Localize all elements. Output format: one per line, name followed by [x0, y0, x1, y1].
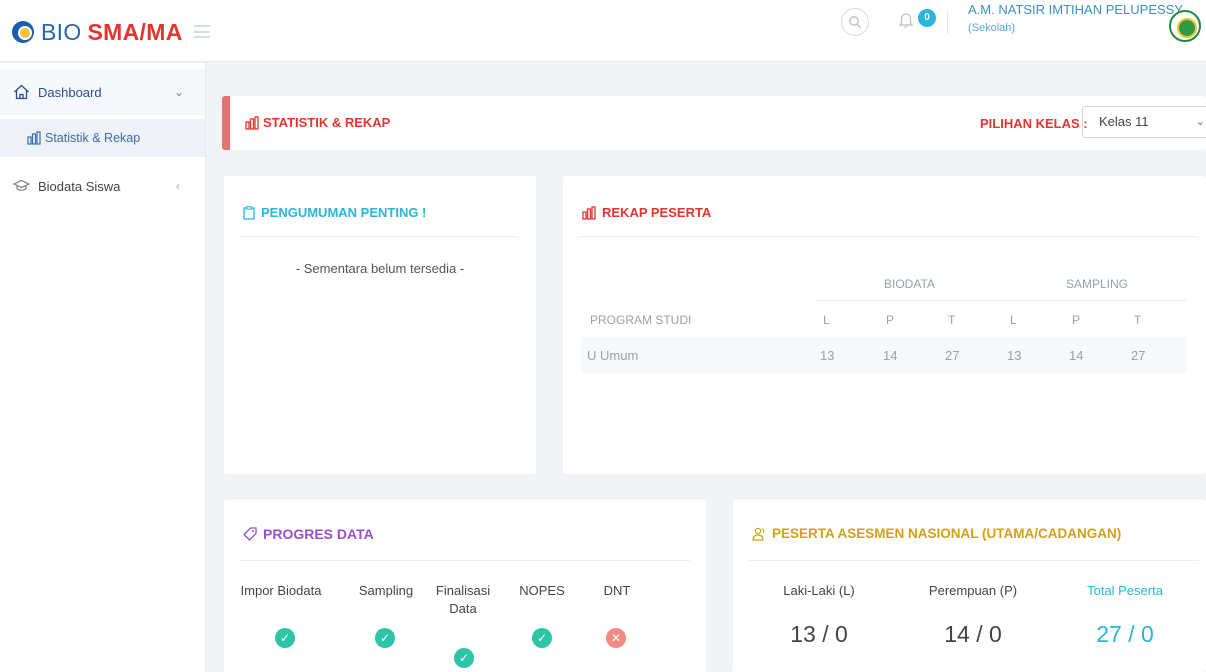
- page-title-text: STATISTIK & REKAP: [263, 115, 391, 130]
- bell-icon[interactable]: [898, 12, 914, 30]
- pengumuman-text: - Sementara belum tersedia -: [295, 261, 465, 276]
- chevron-down-icon: ⌄: [174, 85, 185, 99]
- clipboard-icon: [243, 205, 255, 220]
- search-button[interactable]: [841, 8, 869, 36]
- table-header-sampling-l: L: [1010, 313, 1017, 327]
- check-icon: ✓: [375, 628, 395, 648]
- table-group-biodata: BIODATA: [884, 277, 935, 291]
- sidebar-item-label: Statistik & Rekap: [45, 131, 141, 145]
- perempuan-label: Perempuan (P): [928, 583, 1018, 598]
- tag-icon: [243, 527, 257, 541]
- page-title: STATISTIK & REKAP: [245, 115, 390, 130]
- kelas-select[interactable]: Kelas 11 ⌄: [1082, 106, 1206, 138]
- asesmen-title-text: PESERTA ASESMEN NASIONAL (UTAMA/CADANGAN…: [772, 526, 1122, 541]
- logo-text-bio: BIO: [41, 18, 82, 45]
- rekap-peserta-card: REKAP PESERTA BIODATA SAMPLING PROGRAM S…: [563, 176, 1206, 474]
- chevron-down-icon: ⌄: [1195, 116, 1205, 128]
- table-header-program-studi: PROGRAM STUDI: [590, 313, 692, 327]
- table-group-sampling: SAMPLING: [1066, 277, 1129, 291]
- progres-label-impor-biodata: Impor Biodata: [240, 583, 322, 598]
- progres-title-text: PROGRES DATA: [263, 526, 374, 542]
- perempuan-value: 14 / 0: [944, 621, 1002, 647]
- sidebar-item-dashboard[interactable]: Dashboard ⌄: [0, 69, 205, 115]
- table-cell: 14: [883, 348, 898, 363]
- sidebar-item-label: Biodata Siswa: [38, 178, 121, 194]
- table-header-biodata-p: P: [886, 313, 895, 327]
- table-header-sampling-p: P: [1072, 313, 1081, 327]
- table-cell: 14: [1069, 348, 1084, 363]
- progres-title: PROGRES DATA: [243, 526, 374, 542]
- table-header-sampling-t: T: [1134, 313, 1142, 327]
- logo-emblem-icon: [12, 21, 34, 43]
- user-group-icon: [752, 527, 765, 541]
- pengumuman-title: PENGUMUMAN PENTING !: [243, 205, 426, 220]
- rekap-title-text: REKAP PESERTA: [602, 205, 712, 220]
- rekap-title: REKAP PESERTA: [582, 205, 711, 220]
- table-cell: 27: [945, 348, 960, 363]
- kelas-select-value: Kelas 11: [1099, 114, 1149, 129]
- table-row: U Umum 13 14 27 13 14 27: [581, 337, 1186, 373]
- sidebar-item-biodata-siswa[interactable]: Biodata Siswa ‹: [0, 171, 205, 201]
- menu-toggle-icon[interactable]: [194, 25, 210, 38]
- divider: [240, 236, 518, 237]
- total-peserta-value: 27 / 0: [1096, 621, 1154, 647]
- avatar[interactable]: [1169, 10, 1201, 42]
- check-icon: ✓: [454, 648, 474, 668]
- table-header-biodata-t: T: [948, 313, 956, 327]
- table-cell: 13: [1007, 348, 1022, 363]
- pengumuman-card: PENGUMUMAN PENTING ! - Sementara belum t…: [224, 176, 536, 474]
- sidebar-item-label: Dashboard: [38, 84, 102, 100]
- laki-laki-value: 13 / 0: [790, 621, 848, 647]
- table-header-line: [816, 300, 1186, 301]
- sidebar-item-statistik-rekap[interactable]: Statistik & Rekap: [0, 119, 205, 157]
- user-role: (Sekolah): [968, 22, 1016, 34]
- statistik-header-card: STATISTIK & REKAP PILIHAN KELAS : Kelas …: [222, 96, 1206, 150]
- divider: [579, 236, 1197, 237]
- search-icon: [849, 16, 862, 29]
- progres-label-nopes: NOPES: [519, 583, 565, 598]
- home-icon: [14, 84, 29, 100]
- app-logo[interactable]: BIO SMA/MA: [12, 18, 183, 46]
- asesmen-nasional-card: PESERTA ASESMEN NASIONAL (UTAMA/CADANGAN…: [733, 500, 1206, 672]
- cross-icon: ✕: [606, 628, 626, 648]
- graduation-cap-icon: [13, 179, 30, 191]
- bar-chart-icon: [27, 131, 41, 145]
- divider: [240, 560, 690, 561]
- table-cell: 27: [1131, 348, 1146, 363]
- notification-badge[interactable]: 0: [918, 9, 936, 27]
- kelas-select-label: PILIHAN KELAS :: [980, 116, 1088, 131]
- sidebar: Dashboard ⌄ Statistik & Rekap Biodata Si…: [0, 63, 206, 672]
- chevron-left-icon: ‹: [176, 179, 180, 193]
- asesmen-title: PESERTA ASESMEN NASIONAL (UTAMA/CADANGAN…: [752, 526, 1121, 541]
- pengumuman-title-text: PENGUMUMAN PENTING !: [261, 205, 427, 220]
- bar-chart-icon: [245, 115, 259, 130]
- divider: [749, 560, 1199, 561]
- user-name[interactable]: A.M. NATSIR IMTIHAN PELUPESSY: [968, 2, 1183, 17]
- total-peserta-label: Total Peserta: [1087, 583, 1163, 598]
- table-cell-program: U Umum: [587, 348, 639, 363]
- check-icon: ✓: [275, 628, 295, 648]
- bar-chart-icon: [582, 205, 596, 220]
- top-header: BIO SMA/MA 0 A.M. NATSIR IMTIHAN PELUPES…: [0, 0, 1206, 62]
- check-icon: ✓: [532, 628, 552, 648]
- progres-label-finalisasi-data: Finalisasi Data: [435, 583, 491, 616]
- progres-label-sampling: Sampling: [358, 583, 414, 598]
- table-header-biodata-l: L: [823, 313, 830, 327]
- header-divider: [947, 12, 948, 34]
- logo-text-smama: SMA/MA: [87, 18, 183, 45]
- progres-label-dnt: DNT: [603, 583, 631, 598]
- progres-data-card: PROGRES DATA Impor Biodata Sampling Fina…: [224, 500, 706, 672]
- table-cell: 13: [820, 348, 835, 363]
- laki-laki-label: Laki-Laki (L): [783, 583, 855, 598]
